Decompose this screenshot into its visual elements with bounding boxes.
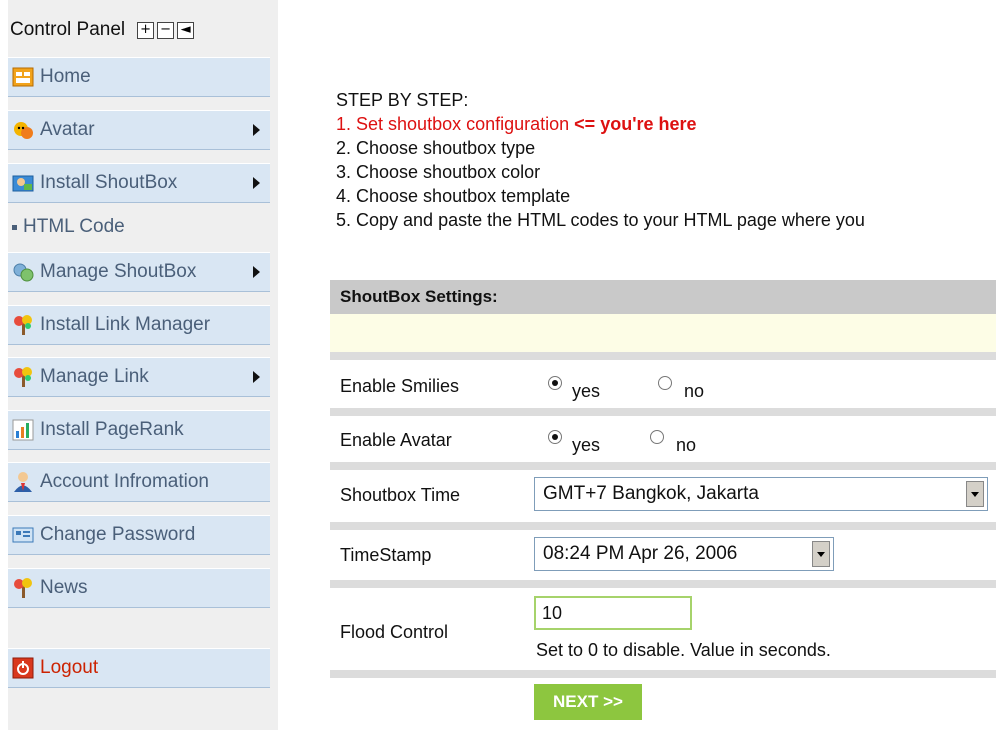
sidebar-item-label: Logout bbox=[40, 657, 99, 678]
shoutbox-time-select[interactable]: GMT+7 Bangkok, Jakarta bbox=[534, 477, 988, 511]
shoutbox-time-label: Shoutbox Time bbox=[340, 485, 461, 505]
sidebar-item-label: Home bbox=[40, 66, 91, 87]
timestamp-label: TimeStamp bbox=[340, 545, 432, 565]
timestamp-select[interactable]: 08:24 PM Apr 26, 2006 bbox=[534, 537, 834, 571]
avatar-no-radio[interactable] bbox=[650, 430, 664, 444]
install-shoutbox-icon bbox=[12, 172, 34, 194]
home-icon bbox=[12, 66, 34, 88]
sidebar-item-logout[interactable]: Logout bbox=[8, 648, 270, 688]
sidebar-item-install-link-manager[interactable]: Install Link Manager bbox=[8, 305, 270, 345]
sidebar-item-label: Install Link Manager bbox=[40, 314, 211, 335]
account-icon bbox=[12, 471, 34, 493]
avatar-yes-label: yes bbox=[572, 435, 601, 455]
sidebar-item-install-pagerank[interactable]: Install PageRank bbox=[8, 410, 270, 450]
avatar-no-label: no bbox=[676, 435, 697, 455]
control-panel-title: Control Panel bbox=[10, 19, 126, 40]
password-icon bbox=[12, 524, 34, 546]
sidebar-item-label: Install PageRank bbox=[40, 419, 184, 440]
sidebar-subitem-label: HTML Code bbox=[23, 216, 125, 237]
you-are-here-marker: <= you're here bbox=[574, 114, 697, 134]
sidebar-item-manage-shoutbox[interactable]: Manage ShoutBox bbox=[8, 252, 270, 292]
main-content: STEP BY STEP: 1. Set shoutbox configurat… bbox=[330, 0, 996, 730]
pagerank-icon bbox=[12, 419, 34, 441]
step-4: 4. Choose shoutbox template bbox=[336, 186, 571, 206]
expand-button[interactable]: + bbox=[137, 21, 155, 39]
control-panel-header: Control Panel + − ◄ bbox=[8, 10, 278, 50]
sidebar-item-label: Account Infromation bbox=[40, 471, 209, 492]
shoutbox-time-value: GMT+7 Bangkok, Jakarta bbox=[543, 483, 759, 504]
step-current: 1. Set shoutbox configuration <= you're … bbox=[336, 112, 865, 136]
sidebar-item-label: Manage Link bbox=[40, 366, 149, 387]
timestamp-value: 08:24 PM Apr 26, 2006 bbox=[543, 543, 738, 564]
sidebar-subitem-html-code[interactable]: HTML Code bbox=[8, 209, 125, 245]
sidebar: Control Panel + − ◄ Home Avatar Install … bbox=[8, 0, 278, 730]
smilies-yes-label: yes bbox=[572, 381, 601, 401]
sidebar-item-news[interactable]: News bbox=[8, 568, 270, 608]
smilies-label: Enable Smilies bbox=[340, 376, 460, 396]
flood-control-hint: Set to 0 to disable. Value in seconds. bbox=[536, 640, 831, 660]
flood-control-label: Flood Control bbox=[340, 622, 449, 642]
manage-shoutbox-icon bbox=[12, 261, 34, 283]
sidebar-item-manage-link[interactable]: Manage Link bbox=[8, 357, 270, 397]
next-button[interactable]: NEXT >> bbox=[534, 684, 642, 720]
logout-icon bbox=[12, 657, 34, 679]
dropdown-arrow-icon[interactable] bbox=[966, 481, 984, 507]
divider bbox=[330, 408, 996, 416]
avatar-setting-label: Enable Avatar bbox=[340, 430, 452, 450]
divider bbox=[330, 670, 996, 678]
divider bbox=[330, 580, 996, 588]
divider bbox=[330, 522, 996, 530]
avatar-icon bbox=[12, 119, 34, 141]
bullet-icon bbox=[12, 224, 17, 230]
link-manager-icon bbox=[12, 314, 34, 336]
settings-notice-area bbox=[330, 314, 996, 352]
news-icon bbox=[12, 577, 34, 599]
step-2: 2. Choose shoutbox type bbox=[336, 138, 536, 158]
sidebar-item-label: News bbox=[40, 577, 88, 598]
collapse-button[interactable]: − bbox=[157, 21, 175, 39]
smilies-no-label: no bbox=[684, 381, 705, 401]
sidebar-item-account-information[interactable]: Account Infromation bbox=[8, 462, 270, 502]
submenu-arrow-icon bbox=[253, 177, 260, 189]
divider bbox=[330, 462, 996, 470]
hide-panel-button[interactable]: ◄ bbox=[177, 21, 195, 39]
flood-control-input[interactable] bbox=[534, 596, 692, 630]
sidebar-item-home[interactable]: Home bbox=[8, 57, 270, 97]
smilies-yes-radio[interactable] bbox=[548, 376, 562, 390]
steps-heading: STEP BY STEP: bbox=[336, 90, 469, 110]
step-1-text: 1. Set shoutbox configuration bbox=[336, 114, 575, 134]
manage-link-icon bbox=[12, 366, 34, 388]
avatar-yes-radio[interactable] bbox=[548, 430, 562, 444]
sidebar-item-label: Change Password bbox=[40, 524, 196, 545]
smilies-no-radio[interactable] bbox=[658, 376, 672, 390]
submenu-arrow-icon bbox=[253, 124, 260, 136]
sidebar-item-label: Avatar bbox=[40, 119, 95, 140]
settings-header: ShoutBox Settings: bbox=[330, 280, 996, 314]
sidebar-item-install-shoutbox[interactable]: Install ShoutBox bbox=[8, 163, 270, 203]
dropdown-arrow-icon[interactable] bbox=[812, 541, 830, 567]
sidebar-item-change-password[interactable]: Change Password bbox=[8, 515, 270, 555]
submenu-arrow-icon bbox=[253, 371, 260, 383]
step-5: 5. Copy and paste the HTML codes to your… bbox=[336, 210, 865, 230]
sidebar-item-label: Manage ShoutBox bbox=[40, 261, 197, 282]
sidebar-item-avatar[interactable]: Avatar bbox=[8, 110, 270, 150]
step-list: STEP BY STEP: 1. Set shoutbox configurat… bbox=[336, 88, 865, 232]
submenu-arrow-icon bbox=[253, 266, 260, 278]
step-3: 3. Choose shoutbox color bbox=[336, 162, 541, 182]
sidebar-item-label: Install ShoutBox bbox=[40, 172, 178, 193]
divider bbox=[330, 352, 996, 360]
